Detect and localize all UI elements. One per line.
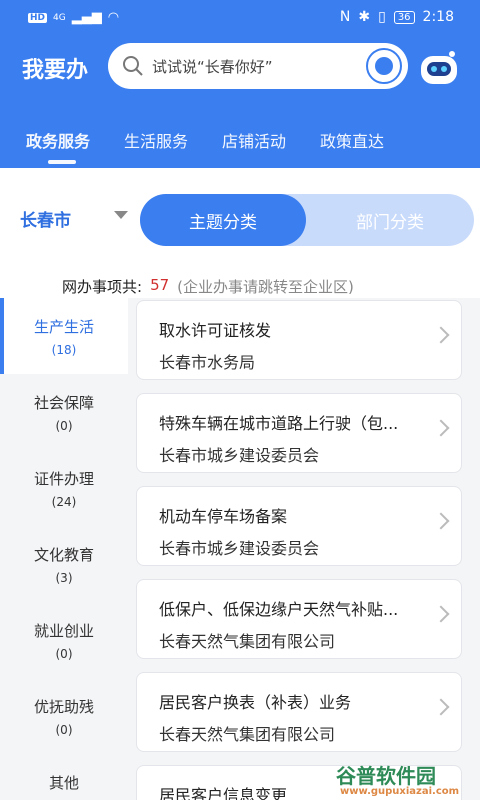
sidebar-item-education[interactable]: 文化教育 (3) (0, 526, 128, 602)
classification-toggle: 主题分类 部门分类 (140, 194, 474, 246)
item-count: 57 (150, 276, 170, 294)
page-title: 我要办 (22, 58, 89, 83)
search-placeholder: 试试说“长春你好” (152, 57, 273, 76)
watermark-url: www.gupuxiazai.com (340, 786, 460, 797)
item-dept: 长春天然气集团有限公司 (159, 632, 336, 651)
list-item[interactable]: 低保户、低保边缘户天然气补贴... 长春天然气集团有限公司 (136, 579, 462, 659)
seg-theme-button[interactable]: 主题分类 (140, 194, 306, 246)
sidebar-item-production-life[interactable]: 生产生活 (18) (0, 298, 128, 374)
list-item[interactable]: 居民客户换表（补表）业务 长春天然气集团有限公司 (136, 672, 462, 752)
item-title: 特殊车辆在城市道路上行驶（包... (159, 414, 399, 433)
sidebar-item-count: (0) (55, 647, 73, 661)
seg-dept-button[interactable]: 部门分类 (306, 194, 474, 246)
hd-icon: HD (28, 12, 48, 23)
chevron-right-icon (432, 326, 450, 344)
tab-shop-activities[interactable]: 店铺活动 (222, 120, 286, 168)
sidebar-item-count: (3) (55, 571, 73, 585)
sidebar: 生产生活 (18) 社会保障 (0) 证件办理 (24) 文化教育 (3) 就业… (0, 298, 128, 800)
category-tabs: 政务服务 生活服务 店铺活动 政策直达 (0, 120, 480, 168)
service-list: 取水许可证核发 长春市水务局 特殊车辆在城市道路上行驶（包... 长春市城乡建设… (128, 298, 480, 800)
list-item[interactable]: 取水许可证核发 长春市水务局 (136, 300, 462, 380)
summary-row: 网办事项共: 57 (企业办事请跳转至企业区) (62, 276, 354, 297)
sidebar-item-count: (24) (51, 495, 77, 509)
chevron-right-icon (432, 605, 450, 623)
sidebar-item-count: (0) (55, 419, 73, 433)
chevron-down-icon[interactable] (114, 211, 128, 219)
item-title: 取水许可证核发 (159, 321, 272, 340)
item-title: 低保户、低保边缘户天然气补贴... (159, 600, 399, 619)
sidebar-item-other[interactable]: 其他 (0, 754, 128, 800)
tab-gov-services[interactable]: 政务服务 (26, 120, 90, 168)
city-selector[interactable]: 长春市 (20, 206, 71, 231)
tab-life-services[interactable]: 生活服务 (124, 120, 188, 168)
chevron-right-icon (432, 512, 450, 530)
search-icon (123, 56, 143, 76)
item-dept: 长春市城乡建设委员会 (159, 539, 320, 558)
enterprise-note[interactable]: (企业办事请跳转至企业区) (177, 276, 354, 297)
network-label: 4G (53, 12, 66, 23)
sidebar-item-certificates[interactable]: 证件办理 (24) (0, 450, 128, 526)
item-title: 居民客户换表（补表）业务 (159, 693, 352, 712)
vibrate-icon: ▯ (378, 9, 386, 25)
sidebar-item-count: (18) (51, 343, 77, 357)
sidebar-item-label: 其他 (48, 774, 79, 792)
list-item[interactable]: 机动车停车场备案 长春市城乡建设委员会 (136, 486, 462, 566)
clock: 2:18 (422, 9, 454, 25)
sidebar-item-label: 生产生活 (33, 318, 94, 336)
item-dept: 长春市城乡建设委员会 (159, 446, 320, 465)
sidebar-item-count: (0) (55, 723, 73, 737)
sidebar-item-social-security[interactable]: 社会保障 (0) (0, 374, 128, 450)
watermark-text: 谷普软件园 (336, 764, 436, 788)
watermark-logo: 谷普软件园 www.gupuxiazai.com (336, 760, 476, 800)
battery-icon: 36 (393, 10, 415, 24)
summary-label: 网办事项共: (62, 278, 143, 296)
bluetooth-icon: ✱ (358, 9, 371, 25)
sidebar-item-disability-aid[interactable]: 优抚助残 (0) (0, 678, 128, 754)
sidebar-item-label: 文化教育 (33, 546, 94, 564)
sidebar-item-employment[interactable]: 就业创业 (0) (0, 602, 128, 678)
sidebar-item-label: 就业创业 (33, 622, 94, 640)
search-bar[interactable]: 试试说“长春你好” (108, 43, 408, 89)
nfc-icon: N (339, 9, 351, 25)
sidebar-item-label: 证件办理 (33, 470, 94, 488)
list-item[interactable]: 特殊车辆在城市道路上行驶（包... 长春市城乡建设委员会 (136, 393, 462, 473)
signal-icon: ▂▄▆ (71, 10, 102, 25)
sidebar-item-label: 社会保障 (33, 394, 94, 412)
item-dept: 长春市水务局 (159, 353, 256, 372)
robot-assistant-icon[interactable] (418, 48, 460, 88)
voice-icon[interactable] (366, 48, 402, 84)
tab-policy-direct[interactable]: 政策直达 (320, 120, 384, 168)
item-title: 机动车停车场备案 (159, 507, 288, 526)
status-bar: HD 4G ▂▄▆ ◠ N ✱ ▯ 36 2:18 (0, 0, 480, 36)
chevron-right-icon (432, 698, 450, 716)
wifi-icon: ◠ (107, 10, 120, 25)
chevron-right-icon (432, 419, 450, 437)
sidebar-item-label: 优抚助残 (33, 698, 94, 716)
item-dept: 长春天然气集团有限公司 (159, 725, 336, 744)
app-header: HD 4G ▂▄▆ ◠ N ✱ ▯ 36 2:18 我要办 试试说“长春你好” … (0, 0, 480, 168)
